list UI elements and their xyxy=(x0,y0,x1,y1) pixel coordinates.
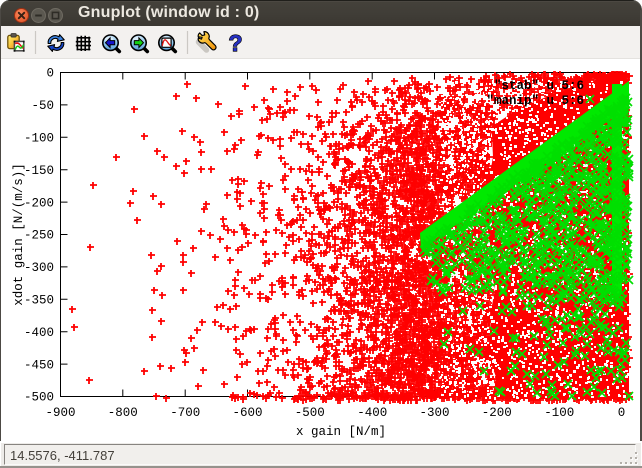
svg-text:-500: -500 xyxy=(295,406,325,420)
svg-text:-350: -350 xyxy=(24,294,54,308)
svg-text:xdot gain [N/(m/s)]: xdot gain [N/(m/s)] xyxy=(12,163,26,306)
svg-text:-300: -300 xyxy=(24,261,54,275)
svg-text:x gain [N/m]: x gain [N/m] xyxy=(296,425,386,439)
svg-text:"stab" u 5:6: "stab" u 5:6 xyxy=(494,79,584,93)
svg-text:0: 0 xyxy=(46,67,54,81)
svg-text:?: ? xyxy=(228,30,242,56)
svg-text:-600: -600 xyxy=(232,406,262,420)
svg-text:-800: -800 xyxy=(108,406,138,420)
svg-text:-400: -400 xyxy=(357,406,387,420)
svg-text:-700: -700 xyxy=(170,406,200,420)
svg-text:-100: -100 xyxy=(24,132,54,146)
svg-text:-400: -400 xyxy=(24,326,54,340)
svg-text:-150: -150 xyxy=(24,164,54,178)
svg-text:-900: -900 xyxy=(45,406,75,420)
svg-text:-450: -450 xyxy=(24,358,54,372)
svg-text:-300: -300 xyxy=(419,406,449,420)
svg-text:-100: -100 xyxy=(544,406,574,420)
svg-text:-200: -200 xyxy=(24,196,54,210)
svg-text:0: 0 xyxy=(618,406,626,420)
svg-text:"manip" u 5:6: "manip" u 5:6 xyxy=(486,94,584,108)
svg-text:-200: -200 xyxy=(482,406,512,420)
svg-text:-50: -50 xyxy=(31,99,54,113)
svg-text:-500: -500 xyxy=(24,391,54,405)
svg-text:-250: -250 xyxy=(24,229,54,243)
